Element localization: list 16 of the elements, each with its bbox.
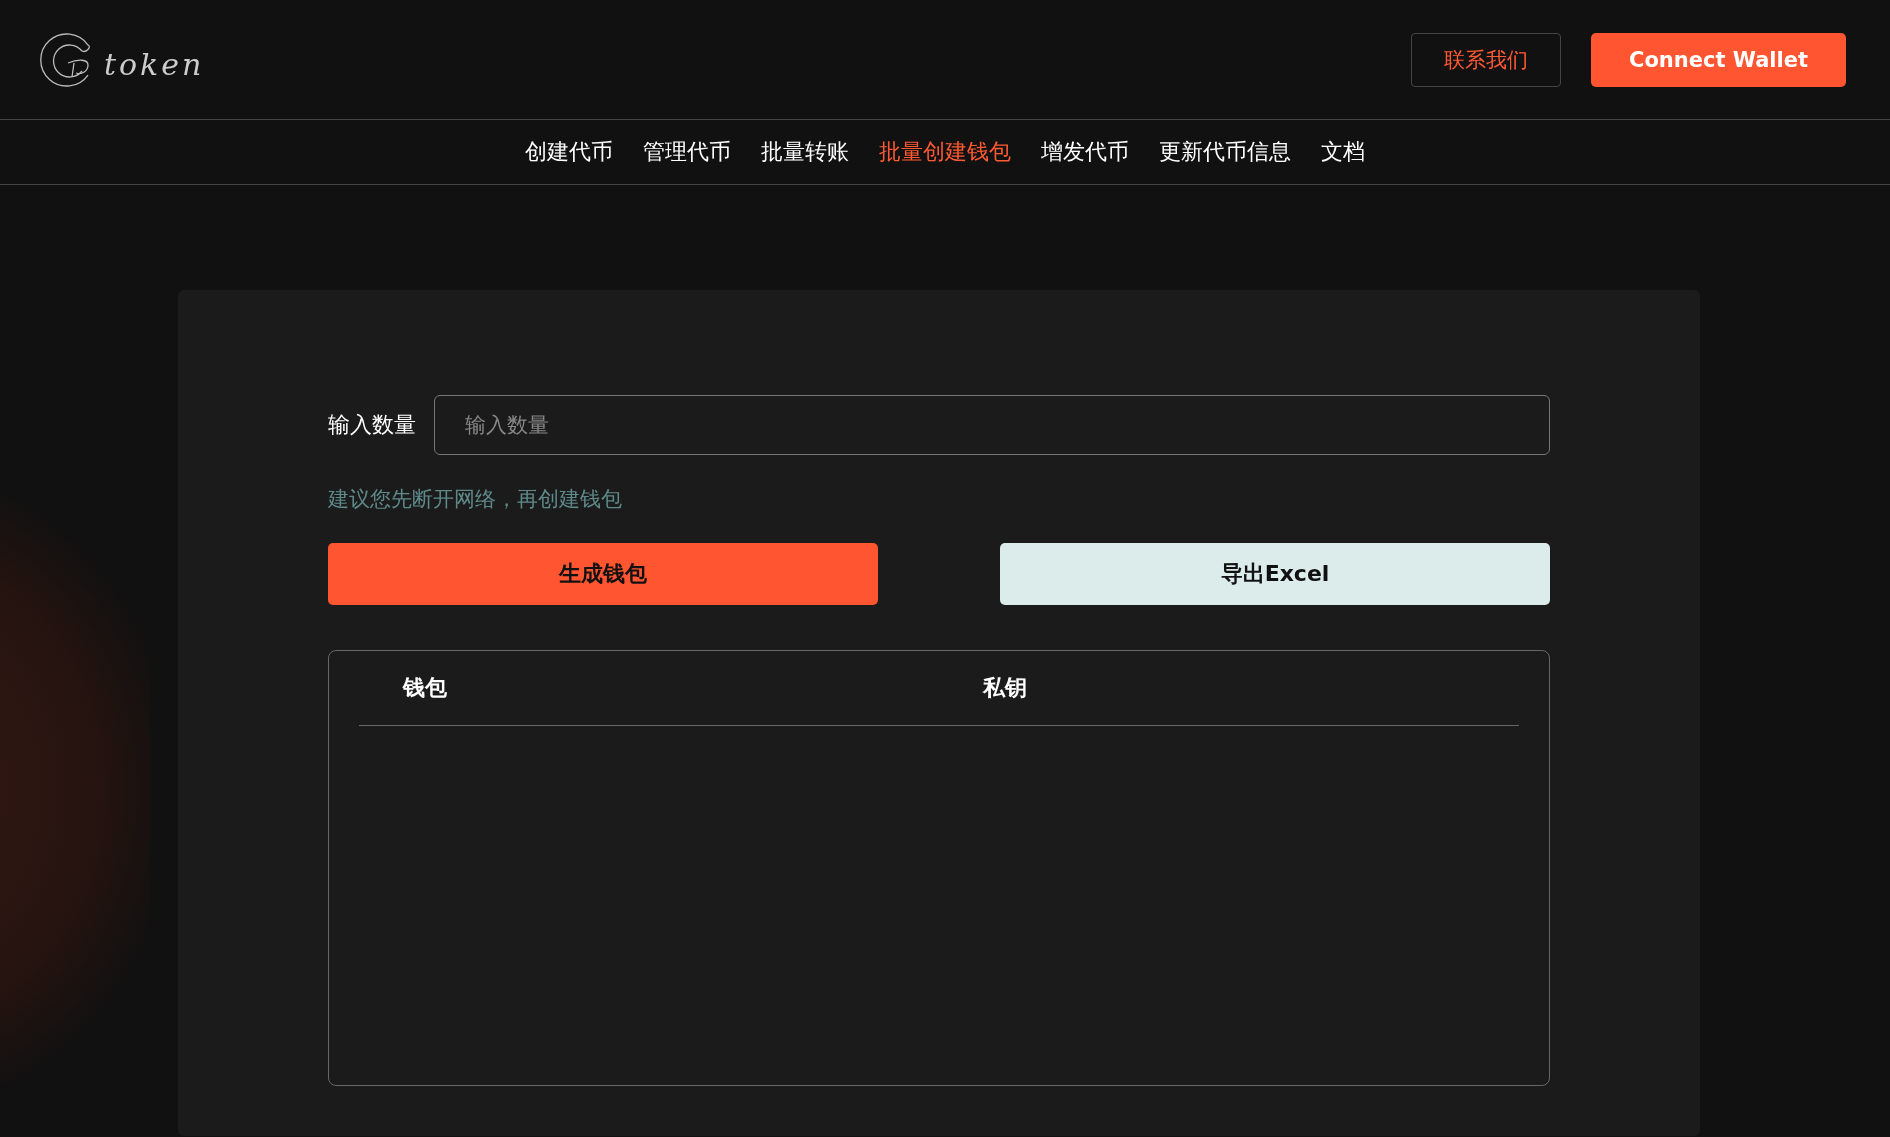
- logo-text: token: [104, 47, 205, 82]
- contact-button[interactable]: 联系我们: [1411, 32, 1561, 87]
- nav-tab[interactable]: 更新代币信息: [1159, 137, 1291, 167]
- nav-tab[interactable]: 创建代币: [525, 137, 613, 167]
- hint-text: 建议您先断开网络，再创建钱包: [328, 486, 623, 513]
- nav-tab[interactable]: 管理代币: [643, 137, 731, 167]
- nav-tab[interactable]: 文档: [1321, 137, 1365, 167]
- generate-wallet-button[interactable]: 生成钱包: [328, 543, 878, 605]
- nav-tab[interactable]: 批量创建钱包: [879, 137, 1011, 167]
- column-header: 钱包: [401, 674, 448, 702]
- nav-tab[interactable]: 增发代币: [1041, 137, 1129, 167]
- column-header: 私钥: [983, 674, 1027, 702]
- export-button[interactable]: 导出Excel: [1000, 543, 1550, 605]
- quantity-label: 输入数量: [328, 411, 416, 439]
- quantity-input-field[interactable]: 输入数量: [434, 395, 1550, 455]
- nav-tab[interactable]: 批量转账: [761, 137, 849, 167]
